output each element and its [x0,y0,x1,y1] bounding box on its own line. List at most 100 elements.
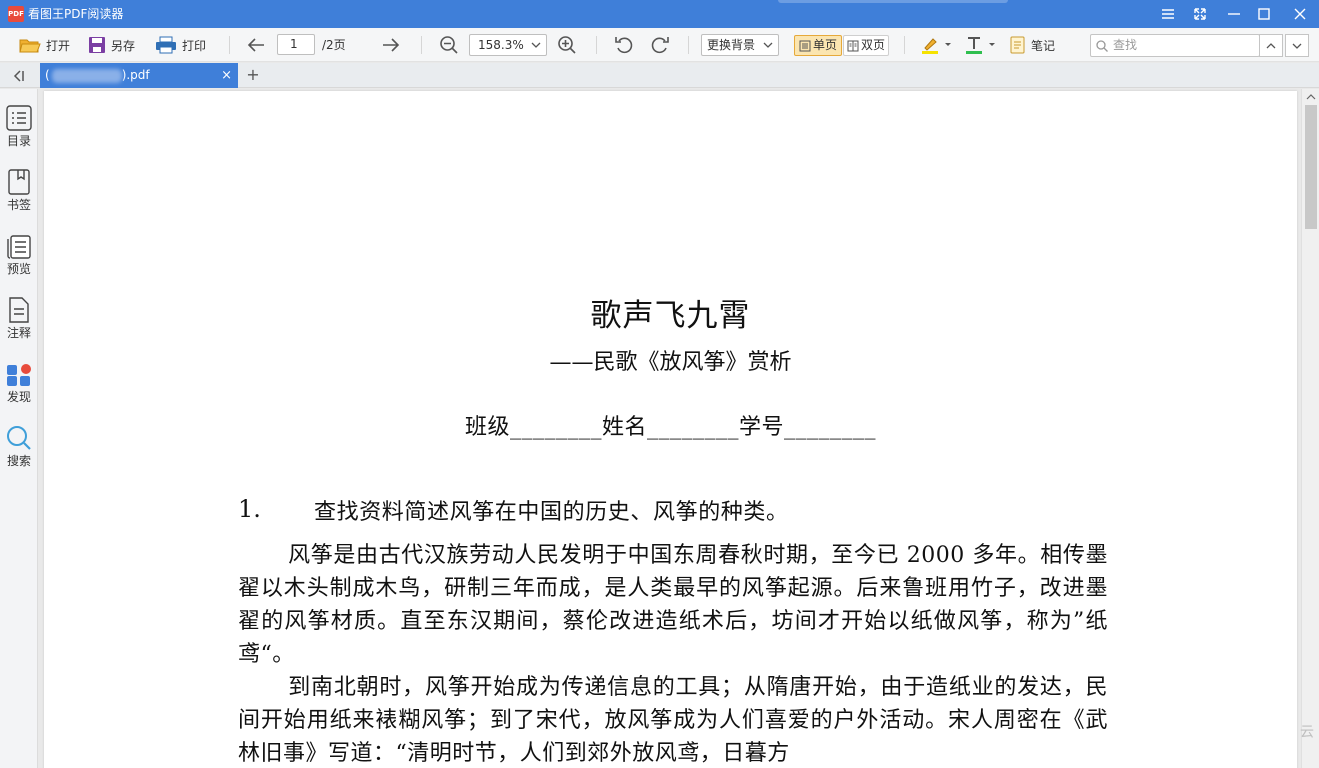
chevron-down-icon [531,42,541,48]
rotate-left-icon [615,37,633,54]
fullscreen-icon [1194,8,1206,20]
open-button[interactable]: 打开 [19,28,70,62]
sidebar-label: 预览 [6,262,31,276]
save-as-button[interactable]: 另存 [88,28,135,62]
question-number: 1. [238,495,261,523]
scroll-up-icon[interactable] [1306,93,1316,101]
fullscreen-button[interactable] [1183,0,1217,28]
dropdown-arrow-icon [945,43,951,46]
paragraph: 风筝是由古代汉族劳动人民发明于中国东周春秋时期，至今已 2000 多年。相传墨翟… [238,539,1108,671]
double-page-icon [847,40,859,51]
rotate-right-icon [651,37,669,54]
arrow-right-icon [383,38,400,52]
title-bar-notch [778,0,1008,3]
arrow-left-icon [247,38,264,52]
separator [596,36,597,54]
search-icon [1096,40,1108,52]
vertical-scrollbar[interactable] [1301,89,1319,768]
paragraph-text: 到南北朝时，风筝开始成为传递信息的工具；从隋唐开始，由于造纸业的发达，民间开始用… [238,675,1108,766]
next-page-button[interactable] [381,28,401,62]
maximize-button[interactable] [1247,0,1281,28]
notes-button[interactable]: 笔记 [1010,28,1055,62]
text-color-button[interactable] [965,28,996,62]
hamburger-icon [1162,9,1174,19]
sidebar-item-annotations[interactable]: 注释 [0,281,38,341]
title-bar: PDF 看图王PDF阅读器 [0,0,1319,28]
print-button[interactable]: 打印 [155,28,206,62]
tab-label-prefix: ( [45,68,50,82]
paragraph-text: 风筝是由古代汉族劳动人民发明于中国东周春秋时期，至今已 2000 多年。相传墨翟… [238,543,1108,667]
paragraph: 到南北朝时，风筝开始成为传递信息的工具；从隋唐开始，由于造纸业的发达，民间开始用… [238,671,1108,768]
preview-icon [7,235,31,259]
question-text: 查找资料简述风筝在中国的历史、风筝的种类。 [314,500,789,525]
page-number-input[interactable]: 1 [277,34,315,55]
bookmark-icon [8,169,30,195]
document-tab[interactable]: ( ).pdf × [40,63,238,88]
sidebar-item-toc[interactable]: 目录 [0,89,38,149]
single-page-icon [799,40,811,51]
find-next-button[interactable] [1285,34,1309,57]
minimize-button[interactable] [1217,0,1251,28]
sidebar-label: 发现 [6,390,31,404]
rotate-left-button[interactable] [614,28,634,62]
minimize-icon [1228,13,1240,15]
single-page-label: 单页 [813,38,838,52]
zoom-in-icon [558,36,576,54]
sidebar-item-search[interactable]: 搜索 [0,409,38,469]
prev-page-button[interactable] [246,28,266,62]
sidebar-label: 目录 [6,134,31,148]
notes-icon [1010,36,1025,54]
app-logo-icon: PDF [8,6,24,22]
watermark: 云 [1298,724,1314,738]
highlighter-icon [922,38,938,54]
separator [688,36,689,54]
background-label: 更换背景 [707,38,756,52]
double-page-view-button[interactable]: 双页 [843,35,889,56]
printer-icon [156,36,176,54]
sidebar-item-discover[interactable]: 发现 [0,345,38,405]
new-tab-button[interactable]: + [244,63,262,88]
sidebar-item-bookmarks[interactable]: 书签 [0,153,38,213]
find-prev-button[interactable] [1259,34,1283,57]
dropdown-arrow-icon [989,43,995,46]
chevron-down-icon [763,42,773,48]
page-total: /2页 [322,38,346,52]
menu-button[interactable] [1151,0,1185,28]
collapse-sidebar-button[interactable] [6,67,30,85]
collapse-left-icon [13,70,24,82]
close-button[interactable] [1283,0,1317,28]
zoom-in-button[interactable] [557,28,577,62]
tab-close-icon[interactable]: × [221,63,232,88]
open-label: 打开 [46,38,71,53]
find-input[interactable]: 查找 [1090,34,1260,57]
document-title: 歌声飞九霄 [590,298,751,334]
single-page-view-button[interactable]: 单页 [794,35,842,56]
student-info-fields: 班级________姓名________学号________ [464,415,876,440]
toc-icon [6,105,32,131]
close-icon [1294,8,1306,20]
document-viewport[interactable]: 歌声飞九霄 ——民歌《放风筝》赏析 班级________姓名________学号… [39,89,1301,768]
zoom-out-button[interactable] [439,28,459,62]
double-page-label: 双页 [861,38,886,52]
zoom-value: 158.3% [478,38,524,52]
search-icon [7,426,31,450]
scrollbar-thumb[interactable] [1305,105,1317,229]
pdf-page: 歌声飞九霄 ——民歌《放风筝》赏析 班级________姓名________学号… [44,91,1297,768]
zoom-select[interactable]: 158.3% [469,34,547,56]
discover-icon [7,364,31,386]
sidebar-item-preview[interactable]: 预览 [0,217,38,277]
tab-label: ).pdf [121,68,150,82]
highlight-button[interactable] [921,28,952,62]
maximize-icon [1258,8,1270,20]
zoom-out-icon [440,36,458,54]
change-background-select[interactable]: 更换背景 [701,34,779,56]
print-label: 打印 [182,38,207,53]
chevron-up-icon [1266,42,1276,48]
sidebar-label: 书签 [6,198,31,212]
chevron-down-icon [1292,43,1302,49]
document-subtitle: ——民歌《放风筝》赏析 [549,350,792,375]
separator [421,36,422,54]
rotate-right-button[interactable] [650,28,670,62]
tab-bar: ( ).pdf × + [0,63,1319,88]
window-title: 看图王PDF阅读器 [28,7,124,21]
